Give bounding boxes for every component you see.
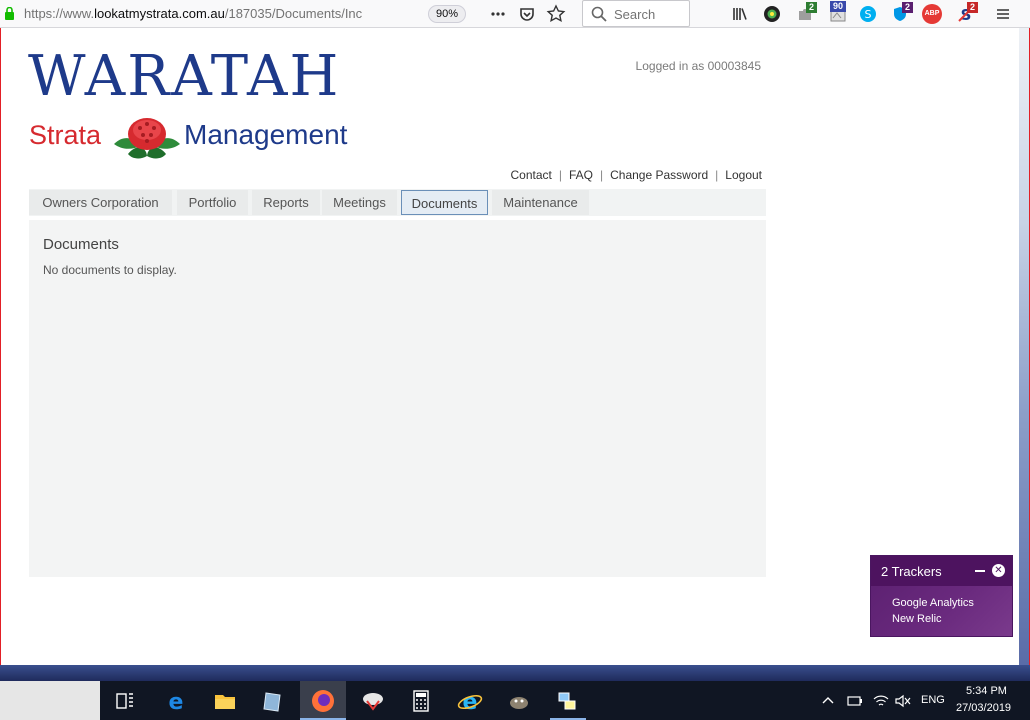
browser-toolbar: https://www.lookatmystrata.com.au/187035… <box>0 0 1030 28</box>
input-language[interactable]: ENG <box>921 694 945 706</box>
taskbar-search-area[interactable] <box>0 681 100 720</box>
extension-badge: 2 <box>806 2 818 13</box>
main-nav-tabs: Owners Corporation Portfolio Reports Mee… <box>29 189 766 216</box>
edge-browser-icon[interactable]: e <box>162 687 190 715</box>
change-password-link[interactable]: Change Password <box>610 168 708 182</box>
utility-links: Contact | FAQ | Change Password | Logout <box>470 167 762 183</box>
extension-camera-icon[interactable] <box>762 4 782 24</box>
tab-maintenance[interactable]: Maintenance <box>492 190 589 215</box>
adblock-icon[interactable]: ABP <box>922 4 942 24</box>
faq-link[interactable]: FAQ <box>569 168 593 182</box>
windows-taskbar: e e ENG 5:34 PM 27/03/2019 <box>0 681 1030 720</box>
tracker-item: New Relic <box>892 613 942 625</box>
extension-badge: 2 <box>902 2 914 13</box>
search-box[interactable]: Search <box>582 0 690 27</box>
gimp-icon[interactable] <box>505 687 533 715</box>
close-icon[interactable]: ✕ <box>992 564 1005 577</box>
page-actions-icon[interactable] <box>488 4 508 24</box>
content-title: Documents <box>43 236 119 253</box>
url-path: /187035/Documents/Inc <box>224 6 363 21</box>
battery-icon[interactable] <box>846 693 864 709</box>
site-logo-management: Management <box>184 119 348 150</box>
trackers-header: 2 Trackers ✕ <box>871 556 1012 586</box>
minimize-icon[interactable] <box>975 570 985 572</box>
wifi-icon[interactable] <box>872 693 890 709</box>
lock-icon <box>5 7 14 20</box>
snipping-tool-icon[interactable] <box>359 687 387 715</box>
contact-link[interactable]: Contact <box>510 168 551 182</box>
tab-reports[interactable]: Reports <box>252 190 320 215</box>
waratah-flower-icon <box>114 118 180 159</box>
tab-meetings[interactable]: Meetings <box>322 190 397 215</box>
svg-text:e: e <box>169 690 184 715</box>
svg-text:S: S <box>865 8 872 21</box>
extension-badge: 2 <box>967 2 979 13</box>
zoom-level-button[interactable]: 90% <box>428 5 466 23</box>
link-separator: | <box>715 168 719 182</box>
extension-badge: 90 <box>830 1 847 12</box>
clock-date[interactable]: 27/03/2019 <box>956 702 1011 714</box>
firefox-icon[interactable] <box>309 687 337 715</box>
search-placeholder: Search <box>614 7 656 22</box>
calculator-icon[interactable] <box>407 687 435 715</box>
tab-owners-corporation[interactable]: Owners Corporation <box>29 190 172 215</box>
tab-documents[interactable]: Documents <box>401 190 488 215</box>
tablet-app-icon[interactable] <box>259 687 287 715</box>
svg-text:e: e <box>463 690 478 715</box>
logout-link[interactable]: Logout <box>725 168 762 182</box>
skype-icon[interactable]: S <box>858 4 878 24</box>
library-icon[interactable] <box>730 4 750 24</box>
url-prefix: https://www. <box>24 6 95 21</box>
trackers-popup: 2 Trackers ✕ Google Analytics New Relic <box>870 555 1013 637</box>
link-separator: | <box>599 168 604 182</box>
logged-in-status: Logged in as 00003845 <box>635 59 761 73</box>
network-app-icon[interactable] <box>553 687 581 715</box>
tracker-item: Google Analytics <box>892 597 974 609</box>
clock-time[interactable]: 5:34 PM <box>966 685 1007 697</box>
tab-portfolio[interactable]: Portfolio <box>177 190 248 215</box>
window-border-left <box>0 28 1 665</box>
url-host: lookatmystrata.com.au <box>94 6 225 21</box>
documents-panel: Documents No documents to display. <box>29 220 766 577</box>
tray-chevron-up-icon[interactable] <box>820 693 836 709</box>
site-logo-strata: Strata <box>29 120 102 150</box>
volume-muted-icon[interactable] <box>894 693 912 709</box>
link-separator: | <box>558 168 562 182</box>
bookmark-star-icon[interactable] <box>546 4 566 24</box>
internet-explorer-icon[interactable]: e <box>456 687 484 715</box>
trackers-title: 2 Trackers <box>881 564 942 579</box>
url-bar[interactable]: https://www.lookatmystrata.com.au/187035… <box>24 6 394 22</box>
pocket-icon[interactable] <box>517 4 537 24</box>
search-icon <box>591 6 607 22</box>
site-logo-waratah[interactable]: WARATAH <box>28 46 340 108</box>
desktop-background <box>0 665 1030 681</box>
empty-state-message: No documents to display. <box>43 263 177 277</box>
file-explorer-icon[interactable] <box>211 687 239 715</box>
task-view-icon[interactable] <box>111 687 139 715</box>
menu-hamburger-icon[interactable] <box>993 4 1013 24</box>
